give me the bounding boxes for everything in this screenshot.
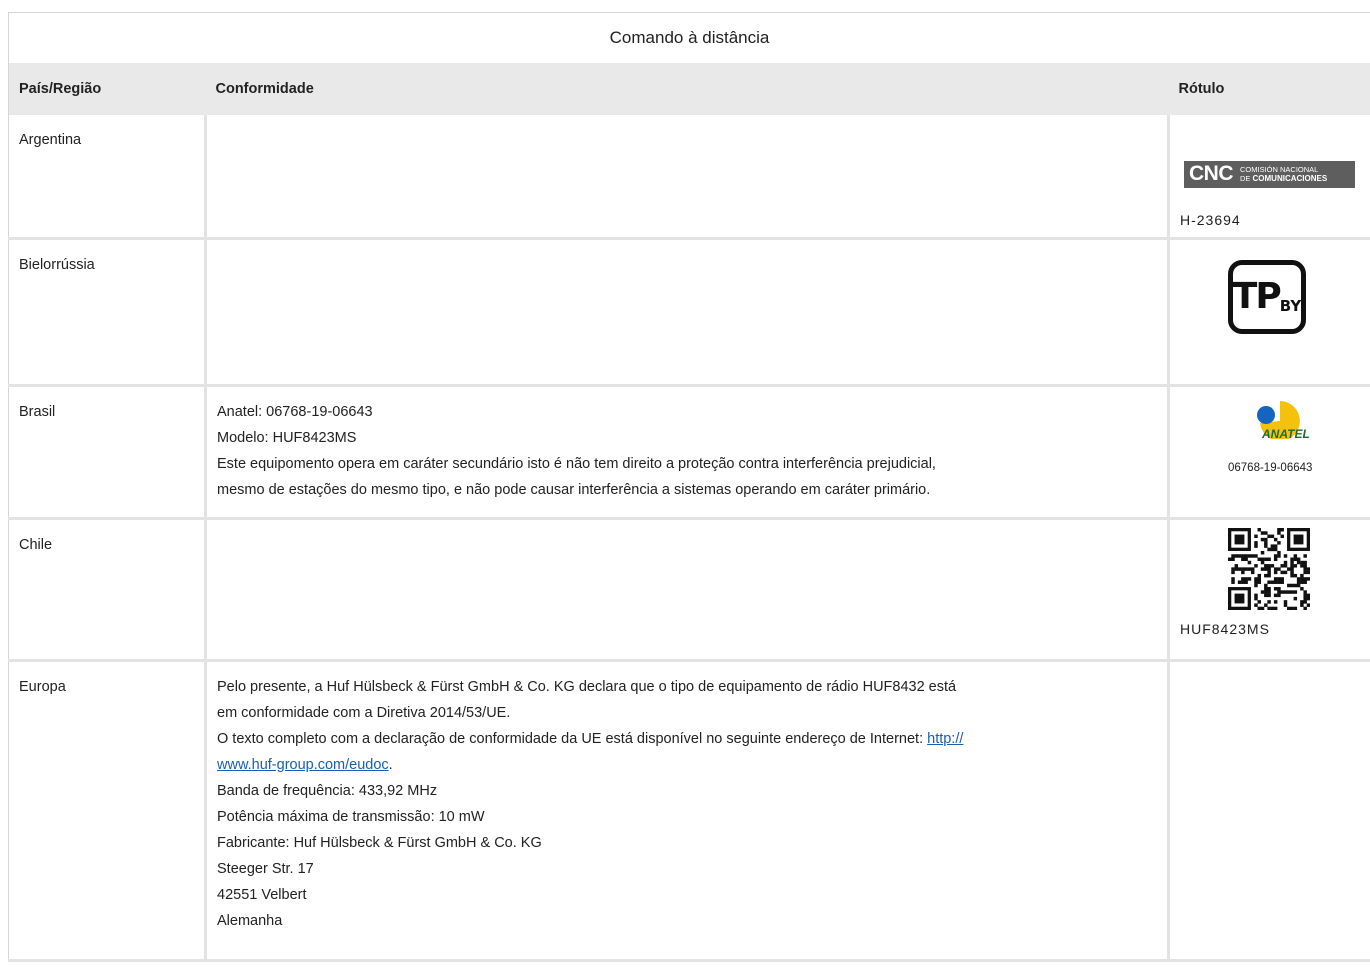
label-code: H-23694 xyxy=(1180,211,1241,228)
country-cell: Argentina xyxy=(8,114,207,240)
label-code: 06768-19-06643 xyxy=(1228,462,1313,474)
table-row-belarus: Bielorrússia TP BY xyxy=(8,238,1370,387)
compliance-cell: Anatel: 06768-19-06643 Modelo: HUF8423MS… xyxy=(205,385,1170,520)
compliance-cell xyxy=(205,114,1170,240)
cnc-logo-text-bottom: COMUNICACIONES xyxy=(1252,174,1328,183)
compliance-text: . xyxy=(388,757,393,773)
label-cell: CNC COMISIÓN NACIONAL DE COMUNICACIONES … xyxy=(1168,114,1370,240)
compliance-line: www.huf-group.com/eudoc. xyxy=(217,752,1157,778)
compliance-line: Este equipomento opera em caráter secund… xyxy=(217,456,936,472)
table-row-brasil: Brasil Anatel: 06768-19-06643 Modelo: HU… xyxy=(8,385,1370,520)
country-cell: Europa xyxy=(8,660,207,962)
header-country: País/Região xyxy=(8,62,206,115)
country-cell: Chile xyxy=(8,518,207,662)
label-code: HUF8423MS xyxy=(1180,621,1270,637)
compliance-cell: Pelo presente, a Huf Hülsbeck & Fürst Gm… xyxy=(205,660,1170,962)
compliance-cell xyxy=(205,518,1170,662)
compliance-line: em conformidade com a Diretiva 2014/53/U… xyxy=(217,705,511,721)
compliance-line: mesmo de estações do mesmo tipo, e não p… xyxy=(217,482,931,498)
anatel-logo-text: ANATEL xyxy=(1262,427,1310,441)
table-row-europa: Europa Pelo presente, a Huf Hülsbeck & F… xyxy=(8,660,1370,962)
label-cell: TP BY xyxy=(1168,238,1370,387)
label-cell xyxy=(1168,660,1370,962)
compliance-line: Potência máxima de transmissão: 10 mW xyxy=(217,809,485,825)
compliance-line: Modelo: HUF8423MS xyxy=(217,430,357,446)
compliance-line: 42551 Velbert xyxy=(217,887,307,903)
anatel-logo: ANATEL xyxy=(1218,393,1318,441)
label-cell: HUF8423MS xyxy=(1168,518,1370,662)
country-cell: Bielorrússia xyxy=(8,238,207,387)
eudoc-link[interactable]: http:// xyxy=(927,731,963,747)
cnc-logo-mark: CNC xyxy=(1189,162,1234,185)
cnc-logo-text: COMISIÓN NACIONAL DE COMUNICACIONES xyxy=(1240,165,1327,183)
label-cell: ANATEL 06768-19-06643 xyxy=(1168,385,1370,520)
tp-by-logo: TP BY xyxy=(1228,260,1306,334)
compliance-cell xyxy=(205,238,1170,387)
cnc-logo-text-prefix: DE xyxy=(1240,174,1253,183)
qr-code-graphic xyxy=(1228,528,1311,611)
country-cell: Brasil xyxy=(8,385,207,520)
compliance-text: O texto completo com a declaração de con… xyxy=(217,731,928,747)
tp-by-logo-sub: BY xyxy=(1279,297,1302,315)
compliance-line: Pelo presente, a Huf Hülsbeck & Fürst Gm… xyxy=(217,679,957,695)
compliance-line: Banda de frequência: 433,92 MHz xyxy=(217,783,438,799)
compliance-line: Fabricante: Huf Hülsbeck & Fürst GmbH & … xyxy=(217,835,542,851)
header-compliance: Conformidade xyxy=(205,62,1169,115)
compliance-line: Steeger Str. 17 xyxy=(217,861,314,877)
conformity-table: Comando à distância País/Região Conformi… xyxy=(7,12,1370,962)
eudoc-link-continued[interactable]: www.huf-group.com/eudoc xyxy=(217,757,389,773)
table-header-row: País/Região Conformidade Rótulo xyxy=(8,62,1370,115)
qr-code-icon xyxy=(1228,528,1311,619)
tp-by-logo-main: TP xyxy=(1232,276,1282,317)
table-row-argentina: Argentina CNC COMISIÓN NACIONAL DE COMUN… xyxy=(8,114,1370,240)
cnc-logo-text-top: COMISIÓN NACIONAL xyxy=(1240,165,1319,174)
table-row-chile: Chile HUF8423MS xyxy=(8,518,1370,662)
table-caption: Comando à distância xyxy=(7,12,1370,63)
compliance-line: Anatel: 06768-19-06643 xyxy=(217,404,373,420)
cnc-logo: CNC COMISIÓN NACIONAL DE COMUNICACIONES xyxy=(1184,160,1355,188)
compliance-line: O texto completo com a declaração de con… xyxy=(217,726,1157,752)
compliance-line: Alemanha xyxy=(217,913,283,929)
header-label: Rótulo xyxy=(1168,62,1370,115)
